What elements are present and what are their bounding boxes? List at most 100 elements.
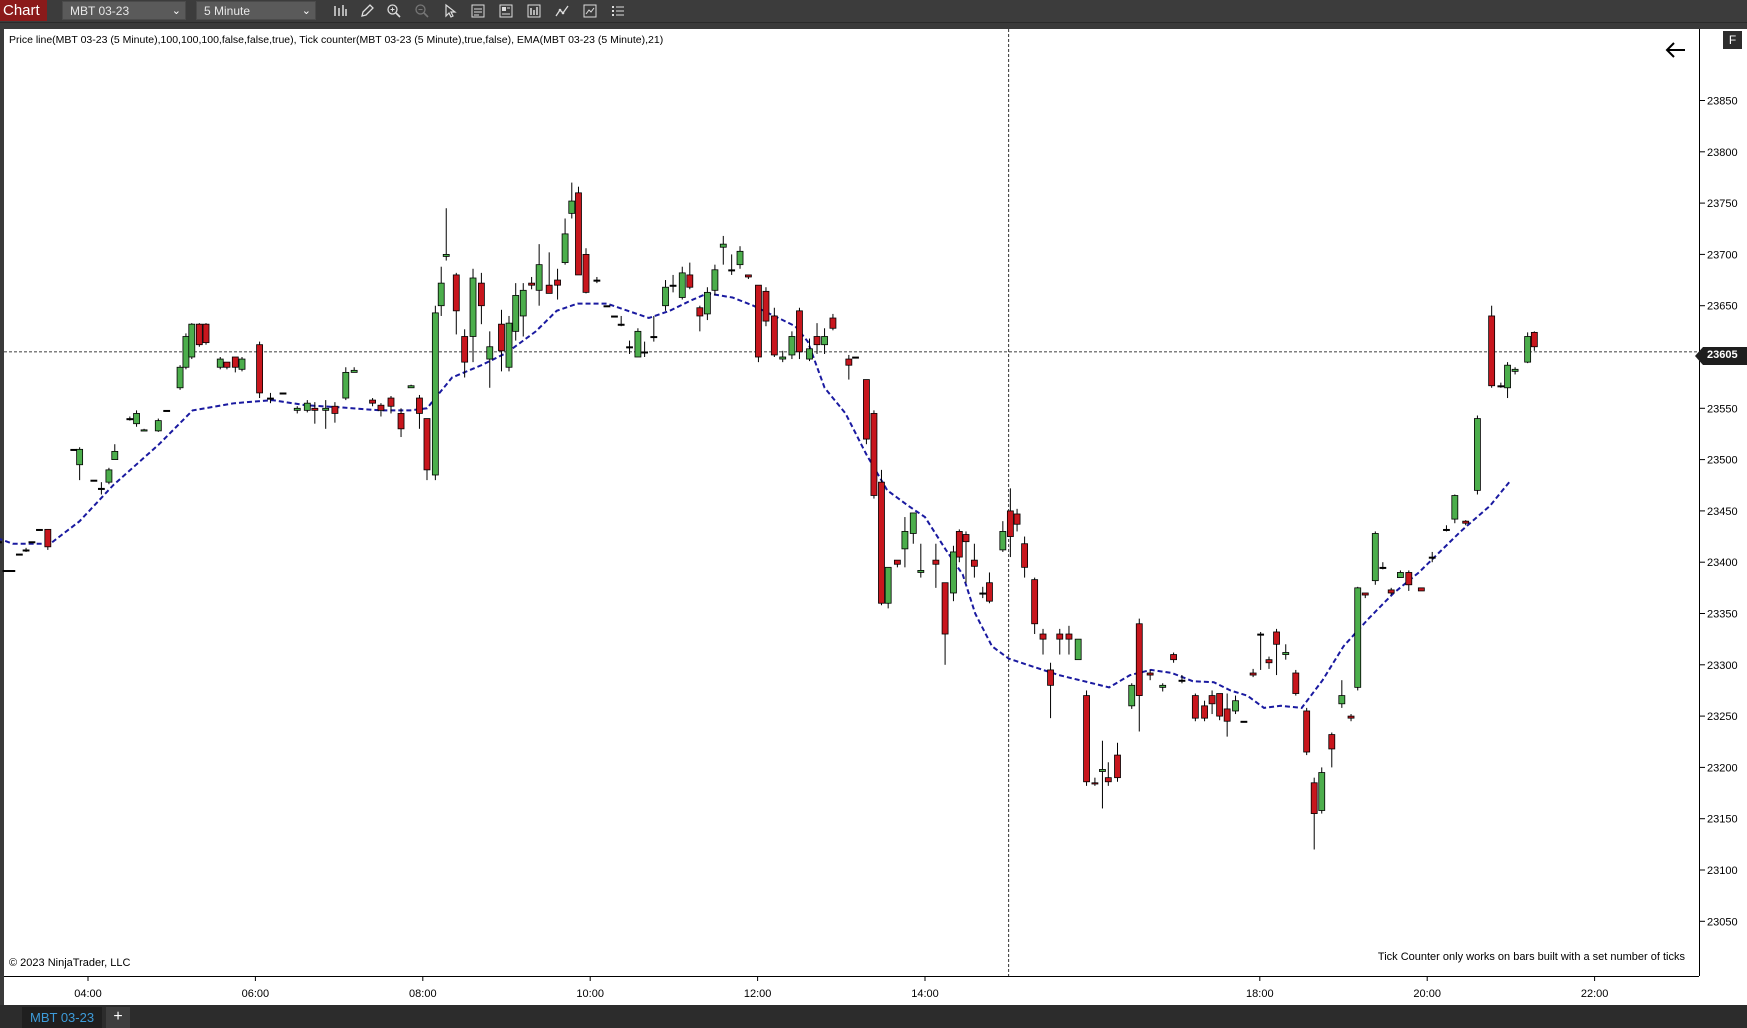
candle-down [1530, 331, 1538, 348]
candle-up [1428, 556, 1436, 559]
y-tick-label: 23700 [1707, 249, 1738, 261]
candle-down [1361, 592, 1369, 596]
candle-up [22, 549, 30, 552]
candle-down [1065, 633, 1073, 640]
candle-down [1417, 587, 1425, 592]
y-tick-label: 23750 [1707, 198, 1738, 210]
candle-up [650, 336, 658, 339]
candle-up [133, 413, 140, 425]
back-arrow-icon[interactable] [1662, 38, 1690, 62]
x-tick-label: 10:00 [576, 988, 604, 1000]
candlestick-chart: 23050 23100 23150 23200 23250 23300 23350 23400… [0, 29, 1738, 1000]
candle-up [950, 551, 957, 594]
x-tick-label: 18:00 [1246, 988, 1274, 1000]
add-tab-button[interactable]: + [106, 1007, 130, 1028]
candle-up [1511, 368, 1519, 372]
candle-up [1318, 772, 1326, 811]
candle-up [1074, 638, 1082, 661]
f-button[interactable]: F [1723, 31, 1742, 49]
candle-up [593, 279, 601, 282]
candle-down [1216, 693, 1224, 717]
candle-down [941, 582, 949, 635]
candle-up [140, 429, 148, 432]
candle-up [188, 323, 196, 358]
y-tick-label: 23400 [1707, 557, 1738, 569]
candle-up [407, 385, 415, 389]
candle-up [442, 253, 450, 257]
y-tick-label: 23250 [1707, 711, 1738, 723]
candle-up [303, 402, 311, 411]
candle-up [469, 277, 477, 337]
candle-up [293, 407, 301, 411]
candle-down [796, 310, 803, 353]
candle-down [1488, 315, 1496, 387]
candle-up [15, 553, 23, 556]
candle-down [477, 282, 485, 307]
candle-up [779, 356, 787, 360]
candle-down [387, 397, 395, 407]
candle-down [1013, 513, 1021, 525]
candle-down [1303, 710, 1311, 753]
y-tick-label: 23200 [1707, 762, 1738, 774]
candle-down [893, 559, 901, 565]
candle-down [1347, 715, 1355, 719]
candle-up [1099, 769, 1106, 772]
candle-down [202, 323, 210, 344]
candle-up [711, 269, 719, 291]
y-tick-label: 23450 [1707, 506, 1738, 518]
candle-up [512, 295, 520, 332]
candle-down [1039, 633, 1047, 640]
candle-up [267, 397, 274, 400]
candle-up [322, 407, 330, 411]
candle-down [1021, 543, 1029, 568]
candle-down [744, 274, 752, 278]
candle-down [1208, 695, 1216, 705]
x-tick-label: 06:00 [242, 988, 270, 1000]
candle-up [8, 570, 16, 573]
candle-up [1232, 700, 1239, 712]
candle-up [561, 233, 569, 264]
candle-down [452, 274, 460, 312]
candle-up [126, 418, 134, 421]
candle-up [909, 512, 917, 534]
candle-down [311, 407, 319, 411]
candle-down [955, 531, 963, 558]
candle-down [1031, 579, 1039, 625]
candle-up [603, 305, 611, 308]
candle-down [1083, 695, 1090, 783]
candle-up [1504, 364, 1511, 389]
tick-counter-note: Tick Counter only works on bars built wi… [1377, 951, 1685, 963]
candle-up [901, 531, 909, 550]
candle-down [755, 284, 762, 358]
y-tick-label: 23850 [1707, 96, 1738, 108]
candle-up [437, 282, 445, 307]
candle-up [486, 346, 494, 360]
candle-up [979, 592, 987, 595]
candle-down [1146, 672, 1154, 676]
candle-down [461, 336, 469, 363]
candle-up [279, 392, 287, 395]
candle-down [762, 290, 770, 322]
tab-mbt-03-23[interactable]: MBT 03-23 [22, 1007, 102, 1028]
candle-up [1159, 684, 1167, 688]
candle-up [1257, 633, 1265, 636]
candle-up [669, 284, 677, 287]
x-tick-label: 08:00 [409, 988, 437, 1000]
x-tick-label: 04:00 [74, 988, 102, 1000]
candle-up [917, 570, 925, 573]
candle-up [852, 356, 859, 359]
y-tick-label: 23650 [1707, 301, 1738, 313]
current-price-label: 23605 [1707, 349, 1738, 361]
y-tick-label: 23150 [1707, 814, 1738, 826]
candle-down [986, 582, 993, 602]
candle-down [770, 315, 778, 356]
candle-down [1249, 672, 1257, 676]
candle-up [163, 409, 171, 412]
candle-down [231, 356, 239, 368]
candle-up [0, 541, 2, 544]
candle-down [1170, 654, 1177, 661]
candle-up [788, 336, 796, 356]
candle-down [1387, 589, 1395, 594]
candle-up [431, 312, 439, 476]
bottom-tab-bar: MBT 03-23 + [0, 1005, 1747, 1028]
